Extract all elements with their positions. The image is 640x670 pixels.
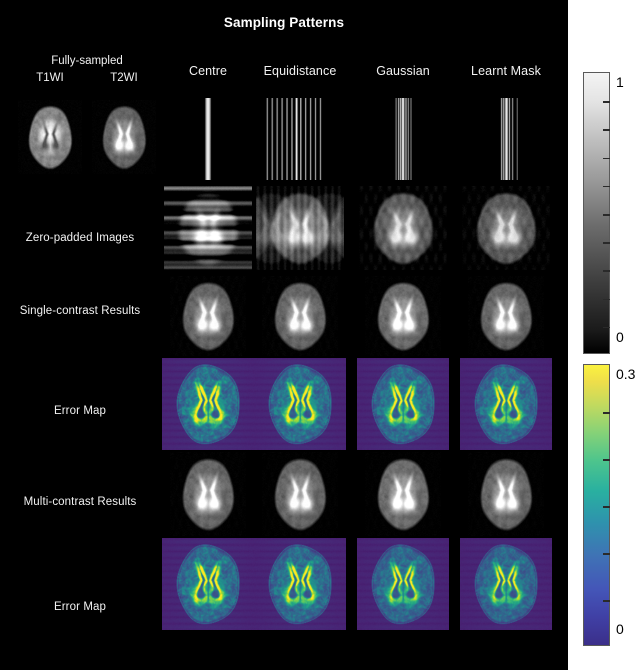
sampling-mask-gaussian bbox=[365, 98, 441, 180]
zero-padded-image-equidistance bbox=[256, 186, 344, 270]
figure-root: Sampling Patterns Fully-sampled T1WI T2W… bbox=[0, 0, 640, 670]
zero-padded-image-centre bbox=[164, 186, 252, 270]
error-map-single-gaussian bbox=[357, 358, 449, 450]
colorbar-tick bbox=[603, 553, 610, 555]
reference-label-t1wi: T1WI bbox=[36, 72, 64, 84]
colorbar-tick bbox=[603, 270, 610, 272]
colorbar-tick bbox=[603, 185, 610, 188]
colorbar-error-max-label: 0.3 bbox=[616, 366, 636, 382]
sampling-mask-equidistance bbox=[262, 98, 338, 180]
zero-padded-image-learnt-mask bbox=[462, 186, 550, 270]
column-header-gaussian: Gaussian bbox=[376, 64, 430, 78]
row-label-error-map-multi: Error Map bbox=[53, 601, 107, 613]
colorbar-tick bbox=[603, 326, 610, 329]
error-map-multi-centre bbox=[162, 538, 254, 630]
row-label-zero-padded: Zero-padded Images bbox=[25, 232, 135, 244]
column-header-equidistance: Equidistance bbox=[263, 64, 337, 78]
sampling-mask-centre bbox=[170, 98, 246, 180]
row-label-multi-contrast: Multi-contrast Results bbox=[23, 496, 137, 508]
colorbar-tick bbox=[603, 298, 610, 301]
reference-image-t1wi bbox=[18, 100, 82, 174]
colorbar-tick bbox=[603, 242, 610, 244]
row-label-error-map-single: Error Map bbox=[53, 405, 107, 417]
error-map-single-centre bbox=[162, 358, 254, 450]
error-map-multi-learnt-mask bbox=[460, 538, 552, 630]
sampling-mask-learnt-mask bbox=[468, 98, 544, 180]
colorbar-intensity bbox=[583, 72, 610, 354]
colorbar-tick bbox=[603, 600, 610, 602]
colorbar-tick bbox=[603, 157, 610, 160]
colorbar-error-min-label: 0 bbox=[616, 621, 624, 637]
multi-contrast-result-centre bbox=[170, 452, 246, 536]
error-map-single-equidistance bbox=[254, 358, 346, 450]
reference-label-t2wi: T2WI bbox=[110, 72, 138, 84]
multi-contrast-result-gaussian bbox=[365, 452, 441, 536]
figure-title: Sampling Patterns bbox=[223, 15, 345, 30]
colorbar-tick bbox=[603, 506, 610, 508]
colorbar-intensity-max-label: 1 bbox=[616, 74, 624, 90]
fully-sampled-group-label: Fully-sampled bbox=[51, 55, 123, 67]
error-map-single-learnt-mask bbox=[460, 358, 552, 450]
zero-padded-image-gaussian bbox=[359, 186, 447, 270]
colorbar-intensity-min-label: 0 bbox=[616, 329, 624, 345]
colorbar-tick bbox=[603, 459, 610, 461]
colorbar-tick bbox=[603, 214, 610, 216]
colorbar-error bbox=[583, 364, 610, 646]
colorbar-tick bbox=[603, 129, 610, 131]
row-label-single-contrast: Single-contrast Results bbox=[19, 305, 141, 317]
colorbar-tick bbox=[603, 412, 610, 414]
colorbar-tick bbox=[603, 101, 610, 103]
multi-contrast-result-equidistance bbox=[262, 452, 338, 536]
multi-contrast-result-learnt-mask bbox=[468, 452, 544, 536]
reference-image-t2wi bbox=[92, 100, 156, 174]
column-header-learnt-mask: Learnt Mask bbox=[471, 64, 541, 78]
single-contrast-result-gaussian bbox=[365, 276, 441, 356]
error-map-multi-equidistance bbox=[254, 538, 346, 630]
single-contrast-result-learnt-mask bbox=[468, 276, 544, 356]
error-map-multi-gaussian bbox=[357, 538, 449, 630]
single-contrast-result-equidistance bbox=[262, 276, 338, 356]
single-contrast-result-centre bbox=[170, 276, 246, 356]
